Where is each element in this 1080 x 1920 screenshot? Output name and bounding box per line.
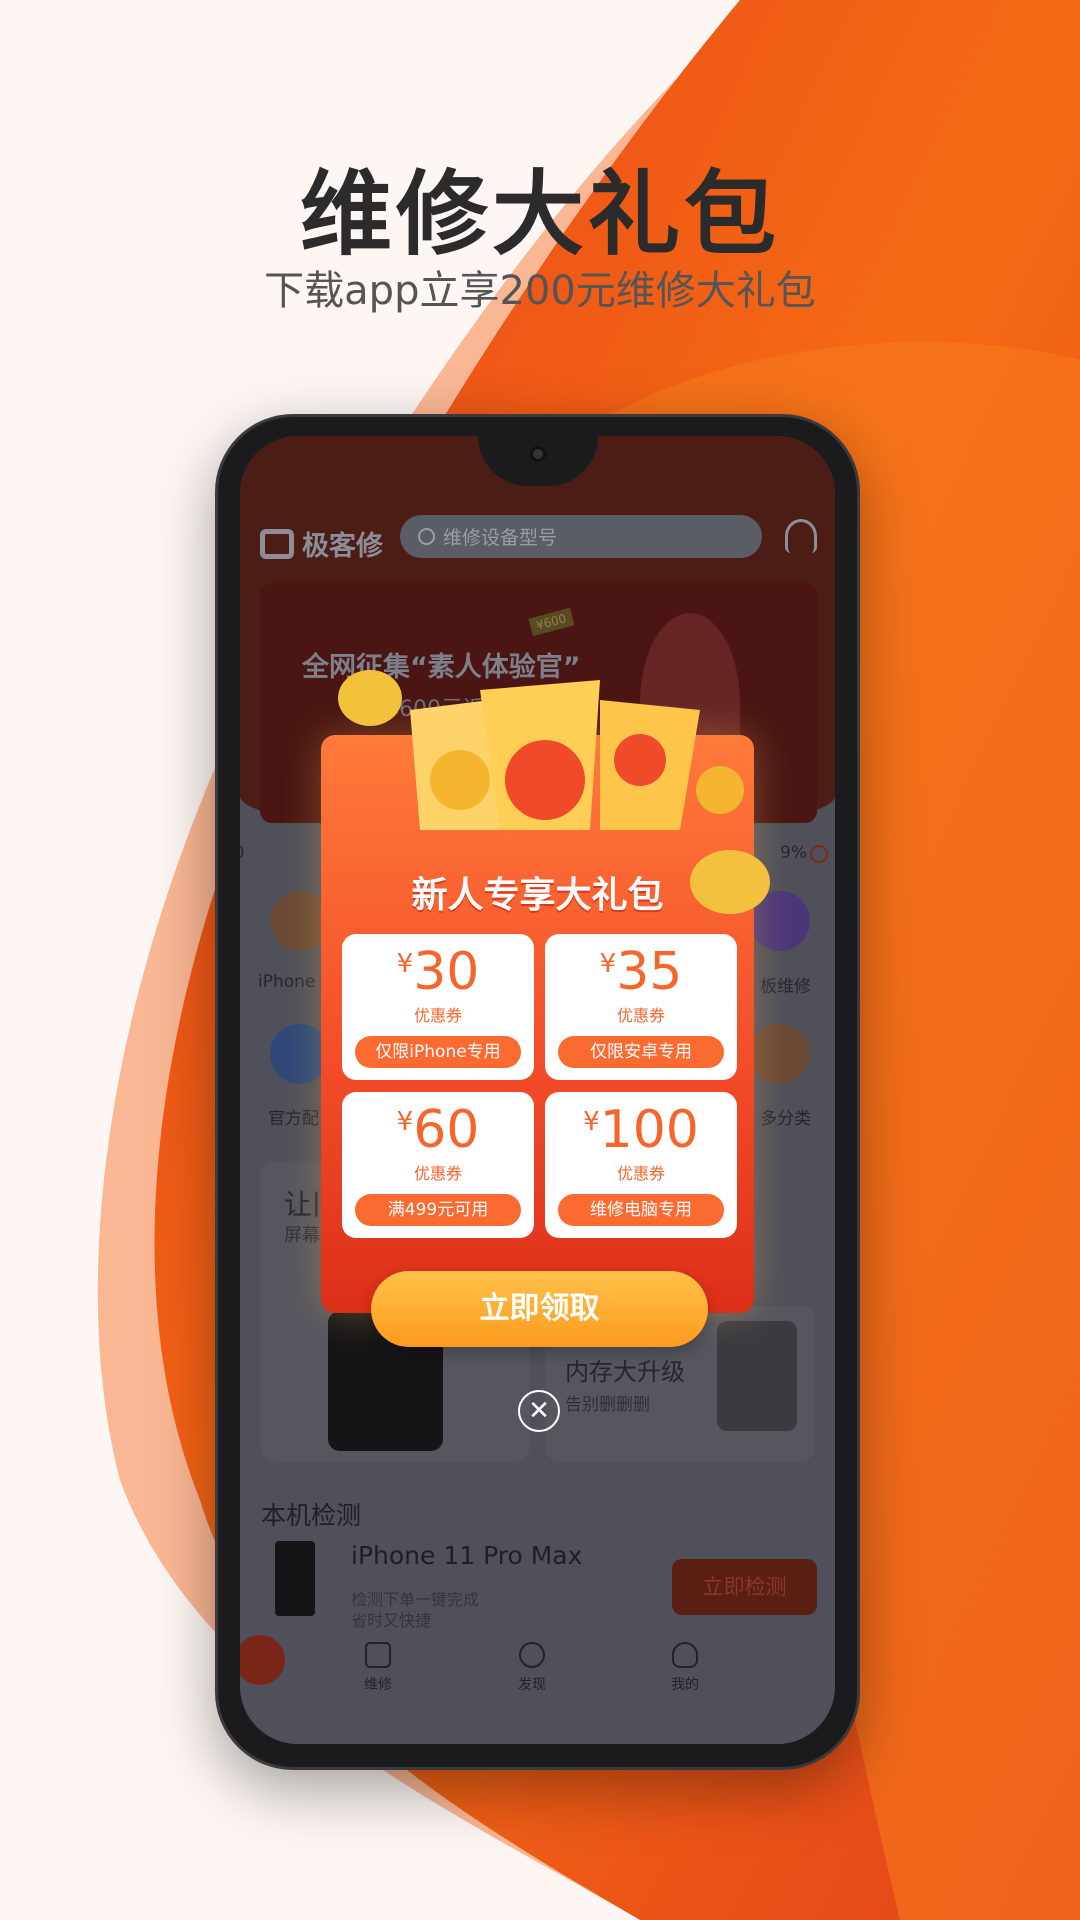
tab-mine[interactable]: 我的 <box>645 1642 725 1694</box>
coupon-label: 优惠券 <box>616 1164 665 1183</box>
coupon-30[interactable]: ¥30 优惠券 仅限iPhone专用 <box>342 934 534 1080</box>
coupon-label: 优惠券 <box>616 1006 665 1025</box>
tab-label: 发现 <box>518 1677 546 1693</box>
stat-left: 140 <box>240 843 244 863</box>
device-name: iPhone 11 Pro Max <box>351 1541 583 1570</box>
currency-symbol: ¥ <box>396 1107 414 1137</box>
grid-label-more: 多分类 <box>760 1109 811 1129</box>
tab-repair[interactable]: 维修 <box>338 1642 418 1694</box>
coupon-label: 优惠券 <box>413 1164 462 1183</box>
customer-service-icon[interactable] <box>785 519 817 553</box>
tab-discover[interactable]: 发现 <box>492 1642 572 1694</box>
grid-label-parts: 官方配 <box>268 1109 319 1129</box>
search-input[interactable]: 维修设备型号 <box>400 515 762 558</box>
close-circle-icon[interactable]: ✕ <box>518 1390 560 1432</box>
card-right-title: 内存大升级 <box>565 1358 685 1386</box>
coupon-35[interactable]: ¥35 优惠券 仅限安卓专用 <box>545 934 737 1080</box>
currency-symbol: ¥ <box>583 1107 600 1137</box>
tab-label: 我的 <box>671 1677 699 1693</box>
promo-title: 维修大礼包 <box>299 161 780 268</box>
coupon-amount: 60 <box>413 1100 480 1160</box>
coins-illustration <box>338 670 744 830</box>
detect-button[interactable]: 立即检测 <box>672 1559 817 1615</box>
chevron-right-icon[interactable] <box>810 845 828 863</box>
section-title-detect: 本机检测 <box>261 1501 362 1530</box>
card-left-subtitle: 屏幕 <box>284 1225 320 1246</box>
search-placeholder: 维修设备型号 <box>443 527 558 549</box>
app-logo: 极客修 <box>260 524 383 563</box>
currency-symbol: ¥ <box>599 949 617 979</box>
coupon-amount: 30 <box>413 942 480 1002</box>
coupon-condition: 满499元可用 <box>355 1194 521 1226</box>
compass-icon <box>519 1642 545 1668</box>
device-desc-2: 省时又快捷 <box>351 1611 432 1630</box>
stat-right: 9% <box>780 843 807 863</box>
coupon-60[interactable]: ¥60 优惠券 满499元可用 <box>342 1092 534 1238</box>
device-image <box>275 1541 315 1616</box>
grid-label-board: 板维修 <box>760 977 811 997</box>
claim-button[interactable]: 立即领取 <box>371 1271 708 1347</box>
category-icon[interactable] <box>750 1024 810 1084</box>
tab-label: 维修 <box>364 1677 392 1693</box>
coupon-condition: 维修电脑专用 <box>558 1194 724 1226</box>
coupon-amount: 35 <box>616 942 683 1002</box>
coupon-condition: 仅限iPhone专用 <box>355 1036 521 1068</box>
coupon-amount: 100 <box>599 1100 699 1160</box>
grid-label-iphone: iPhone <box>258 972 316 992</box>
logo-text: 极客修 <box>302 531 383 562</box>
search-icon <box>418 528 435 545</box>
card-right-subtitle: 告别删删删 <box>565 1395 650 1415</box>
promo-subtitle: 下载app立享200元维修大礼包 <box>264 268 816 314</box>
popup-title: 新人专享大礼包 <box>411 875 664 916</box>
iphone-pro-image <box>717 1321 797 1431</box>
coupon-100[interactable]: ¥100 优惠券 维修电脑专用 <box>545 1092 737 1238</box>
currency-symbol: ¥ <box>396 949 414 979</box>
repair-doc-icon <box>365 1642 391 1668</box>
banner-tag: ¥600 <box>528 607 575 637</box>
user-icon <box>672 1642 698 1668</box>
camera-icon <box>530 446 546 462</box>
logo-bag-icon <box>260 528 294 559</box>
coupon-label: 优惠券 <box>413 1006 462 1025</box>
coupon-condition: 仅限安卓专用 <box>558 1036 724 1068</box>
